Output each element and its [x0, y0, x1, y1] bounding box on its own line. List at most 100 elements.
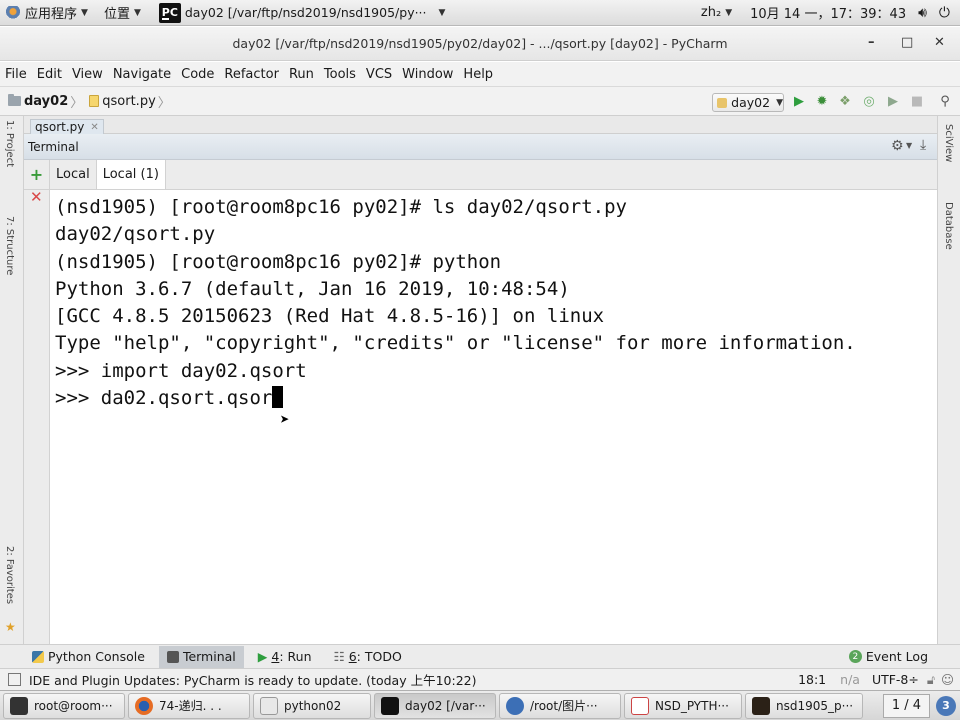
maximize-icon[interactable]: □ — [901, 35, 913, 50]
image-viewer-icon — [506, 696, 524, 715]
tab-local-1[interactable]: Local (1) — [96, 160, 166, 189]
task-nsd-python[interactable]: NSD_PYTH··· — [624, 692, 742, 719]
hide-icon[interactable]: ⤓ — [920, 137, 926, 153]
close-session-icon[interactable]: ✕ — [30, 188, 43, 206]
menu-refactor[interactable]: Refactor — [219, 67, 284, 82]
tab-local[interactable]: Local — [50, 160, 97, 189]
file-encoding[interactable]: UTF-8÷ — [872, 672, 919, 687]
line-separator[interactable]: n/a — [840, 672, 860, 687]
window-title: day02 [/var/ftp/nsd2019/nsd1905/py02/day… — [232, 36, 728, 51]
run-config-select[interactable]: day02 ▼ — [712, 93, 784, 112]
task-label: python02 — [284, 698, 342, 713]
editor-tab-qsort[interactable]: qsort.py ✕ — [30, 119, 104, 134]
structure-tool-label[interactable]: 7: Structure — [4, 216, 15, 275]
task-pycharm[interactable]: day02 [/var··· — [374, 692, 496, 719]
coverage-icon[interactable]: ❖ — [838, 95, 852, 109]
concurrency-icon[interactable]: ▶ — [886, 95, 900, 109]
task-python02[interactable]: python02 — [253, 692, 371, 719]
chevron-down-icon: ▼ — [906, 141, 913, 150]
menu-view[interactable]: View — [67, 67, 108, 82]
database-tool-label[interactable]: Database — [943, 202, 954, 250]
tab-terminal[interactable]: Terminal — [158, 645, 244, 668]
stop-icon[interactable]: ■ — [910, 95, 924, 109]
workspace-switcher[interactable]: 1 / 4 — [882, 693, 930, 718]
places-menu[interactable]: 位置 ▼ — [98, 0, 147, 26]
text-cursor — [272, 386, 284, 409]
datetime-label: 10月 14 一，17：39：43 — [750, 7, 907, 22]
task-firefox[interactable]: 74-递归. . . — [128, 692, 250, 719]
clock[interactable]: 10月 14 一，17：39：43 — [744, 0, 912, 26]
menu-vcs[interactable]: VCS — [361, 67, 397, 82]
task-terminal[interactable]: root@room··· — [3, 692, 125, 719]
chevron-down-icon: ▼ — [133, 7, 141, 18]
chevron-down-icon: ▼ — [81, 7, 88, 18]
inspector-icon[interactable]: ☺ — [941, 672, 954, 687]
terminal-side-toolbar: ✕ — [24, 188, 50, 644]
tab-python-console[interactable]: Python Console — [24, 646, 153, 668]
terminal-line: >>> import day02.qsort — [55, 359, 307, 382]
run-icon[interactable]: ▶ — [792, 95, 806, 109]
input-method-label: zh₂ — [700, 5, 722, 20]
document-icon — [260, 696, 278, 715]
close-icon[interactable]: ✕ — [934, 35, 945, 50]
editor-tab-label: qsort.py — [35, 120, 85, 134]
status-toggle-icon[interactable] — [8, 673, 21, 686]
menu-navigate[interactable]: Navigate — [108, 67, 176, 82]
add-terminal-icon[interactable]: + — [24, 160, 50, 189]
terminal-line: (nsd1905) [root@room8pc16 py02]# ls day0… — [55, 196, 627, 218]
close-icon[interactable]: ✕ — [90, 122, 98, 133]
project-tool-label[interactable]: 1: Project — [4, 120, 15, 167]
menu-window[interactable]: Window — [397, 67, 458, 82]
search-icon[interactable]: ⚲ — [938, 95, 952, 109]
power-icon[interactable]: ⏻ — [933, 0, 956, 26]
terminal-line: (nsd1905) [root@room8pc16 py02]# python — [55, 250, 502, 273]
terminal-input-line[interactable]: >>> da02.qsort.qsor — [55, 385, 937, 412]
tab-event-log[interactable]: 2 Event Log — [841, 646, 936, 668]
folder-icon — [8, 94, 21, 106]
task-image-viewer[interactable]: /root/图片··· — [499, 692, 621, 719]
status-message[interactable]: IDE and Plugin Updates: PyCharm is ready… — [29, 670, 476, 689]
input-method-menu[interactable]: zh₂ ▼ — [695, 0, 738, 26]
apps-menu[interactable]: 应用程序 ▼ — [0, 0, 94, 26]
terminal-line: Type "help", "copyright", "credits" or "… — [55, 332, 856, 355]
breadcrumb-project[interactable]: day02 — [24, 94, 68, 109]
video-icon — [752, 696, 770, 715]
tab-todo[interactable]: ☷ 6: TODO — [326, 646, 410, 668]
right-tool-strip: SciView Database — [937, 116, 960, 644]
sciview-tool-label[interactable]: SciView — [943, 124, 954, 162]
task-label: /root/图片··· — [530, 699, 598, 713]
volume-icon[interactable]: 🔊︎ — [912, 0, 933, 26]
menu-edit[interactable]: Edit — [32, 67, 67, 82]
terminal-output[interactable]: (nsd1905) [root@room8pc16 py02]# ls day0… — [50, 190, 937, 644]
debug-icon[interactable]: ✹ — [815, 95, 829, 109]
terminal-header: Terminal ⚙ ▼ ⤓ — [24, 134, 937, 160]
title-bar: day02 [/var/ftp/nsd2019/nsd1905/py02/day… — [0, 27, 960, 61]
menu-file[interactable]: File — [0, 67, 32, 82]
mouse-pointer-icon: ➤ — [280, 410, 290, 429]
menu-code[interactable]: Code — [176, 67, 219, 82]
pycharm-icon: PC — [158, 2, 181, 23]
gear-icon[interactable]: ⚙ — [891, 138, 904, 154]
terminal-line: [GCC 4.8.5 20150623 (Red Hat 4.8.5-16)] … — [55, 305, 605, 328]
profile-icon[interactable]: ◎ — [862, 95, 876, 109]
chevron-right-icon: 〉 — [70, 95, 84, 111]
menu-run[interactable]: Run — [284, 67, 319, 82]
tab-run[interactable]: ▶ 4: Run — [250, 646, 320, 668]
favorites-tool-label[interactable]: 2: Favorites — [4, 546, 15, 604]
task-label: nsd1905_p··· — [776, 698, 854, 713]
minimize-icon[interactable]: – — [868, 35, 875, 50]
task-nsd1905[interactable]: nsd1905_p··· — [745, 692, 863, 719]
run-config-label: day02 — [731, 95, 771, 110]
tab-todo-number: 6 — [348, 649, 357, 664]
menu-tools[interactable]: Tools — [319, 67, 361, 82]
breadcrumb-file[interactable]: qsort.py — [102, 94, 156, 109]
menu-help[interactable]: Help — [458, 67, 498, 82]
run-config-icon — [717, 97, 728, 108]
caret-position[interactable]: 18:1 — [798, 672, 826, 687]
lock-icon[interactable]: 🔓︎ — [927, 672, 935, 688]
notification-badge[interactable]: 3 — [936, 695, 956, 716]
todo-icon: ☷ — [333, 649, 345, 664]
event-log-badge: 2 — [848, 650, 862, 663]
active-window-menu[interactable]: PC day02 [/var/ftp/nsd2019/nsd1905/py···… — [153, 0, 452, 26]
terminal-line: day02/qsort.py — [55, 223, 216, 246]
